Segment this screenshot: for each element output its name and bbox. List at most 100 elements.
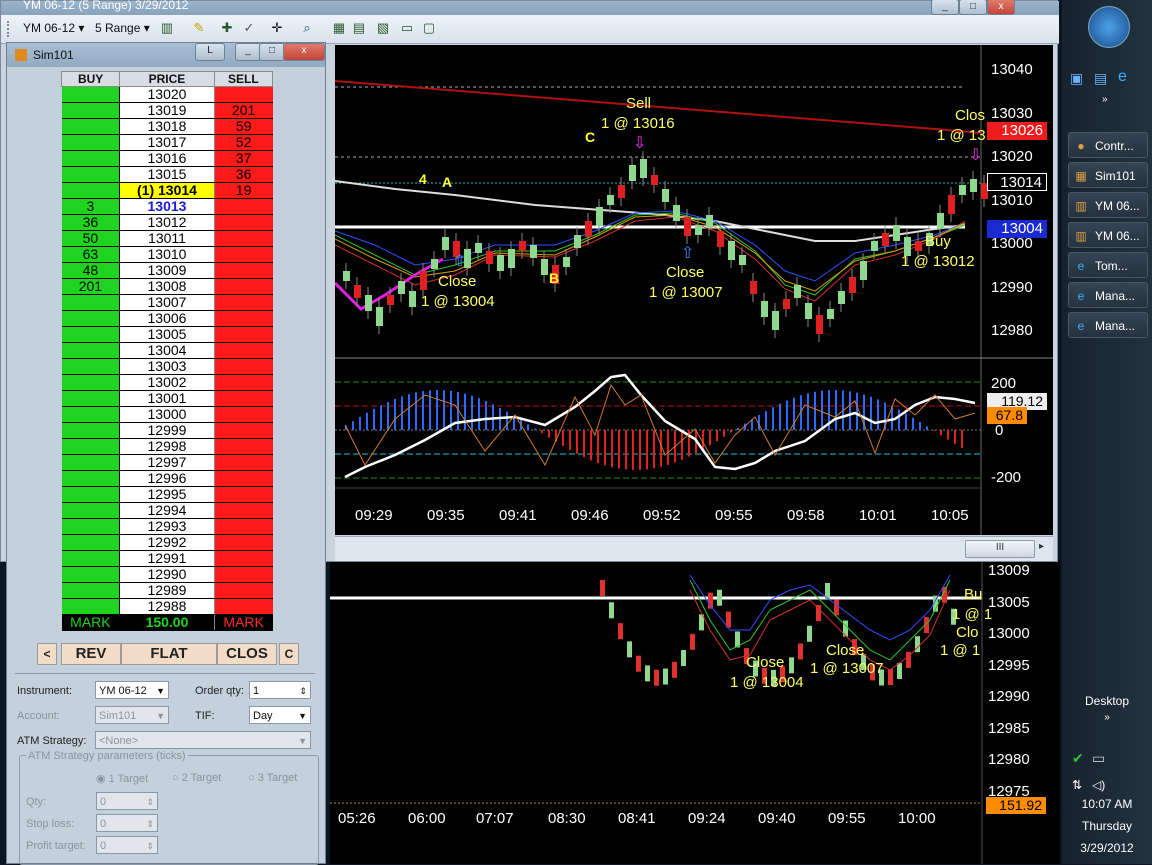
sell-cell[interactable]: 36	[214, 166, 273, 183]
taskbar-item[interactable]: ▥ YM 06...	[1068, 222, 1148, 248]
crosshair-icon[interactable]: ✛	[269, 20, 285, 36]
instrument-combo[interactable]: YM 06-12 ▼	[95, 681, 169, 699]
buy-cell[interactable]	[61, 502, 121, 519]
maximize-icon[interactable]: □	[959, 0, 987, 15]
buy-cell[interactable]	[61, 342, 121, 359]
buy-cell[interactable]	[61, 326, 121, 343]
price-ladder[interactable]: BUY PRICE SELL 13020 13019 201 13018 59 13017…	[60, 71, 274, 631]
buy-mark[interactable]: MARK	[61, 614, 121, 631]
sell-cell[interactable]	[214, 278, 273, 295]
buy-cell[interactable]	[61, 390, 121, 407]
buy-cell[interactable]: 201	[61, 278, 121, 295]
sell-cell[interactable]	[214, 86, 273, 103]
buy-cell[interactable]: 3	[61, 198, 121, 215]
sell-cell[interactable]	[214, 406, 273, 423]
sell-cell[interactable]	[214, 422, 273, 439]
sell-cell[interactable]: 52	[214, 134, 273, 151]
chart-title-bar[interactable]: YM 06-12 (5 Range) 3/29/2012 _ □ x	[1, 0, 1059, 15]
buy-cell[interactable]	[61, 422, 121, 439]
minimize-icon[interactable]: _	[931, 0, 959, 15]
sell-cell[interactable]	[214, 598, 273, 615]
buy-cell[interactable]	[61, 118, 121, 135]
sell-cell[interactable]	[214, 198, 273, 215]
buy-cell[interactable]	[61, 310, 121, 327]
buy-cell[interactable]	[61, 470, 121, 487]
c-button[interactable]: C	[279, 643, 299, 665]
close-icon[interactable]: x	[987, 0, 1015, 15]
chart-plot-area[interactable]: 13040 13030 13020 13010 13000 12990 12980 1302…	[335, 45, 1053, 535]
taskbar-item[interactable]: ▥ YM 06...	[1068, 192, 1148, 218]
sell-cell[interactable]	[214, 534, 273, 551]
instrument-selector[interactable]: YM 06-12 ▾	[23, 21, 84, 35]
sell-cell[interactable]	[214, 374, 273, 391]
desktop-toolbar-label[interactable]: Desktop	[1062, 694, 1152, 708]
buy-cell[interactable]	[61, 102, 121, 119]
buy-cell[interactable]	[61, 534, 121, 551]
sell-mark[interactable]: MARK	[214, 614, 273, 631]
sell-cell[interactable]	[214, 342, 273, 359]
buy-cell[interactable]	[61, 406, 121, 423]
add-indicator-icon[interactable]: ✚	[219, 20, 235, 36]
taskbar-item[interactable]: e Mana...	[1068, 312, 1148, 338]
indicators-icon[interactable]: ▦	[331, 20, 347, 36]
sell-cell[interactable]	[214, 470, 273, 487]
buy-cell[interactable]	[61, 486, 121, 503]
quick-launch-expand-icon[interactable]: »	[1102, 94, 1108, 105]
atm-strategy-combo[interactable]: <None> ▼	[95, 731, 311, 749]
taskbar-item[interactable]: e Tom...	[1068, 252, 1148, 278]
dom-close-icon[interactable]: x	[283, 43, 325, 61]
dom-maximize-icon[interactable]: □	[259, 43, 285, 61]
chart-trader-icon[interactable]: ▤	[351, 20, 367, 36]
sell-cell[interactable]	[214, 294, 273, 311]
buy-cell[interactable]	[61, 550, 121, 567]
tif-combo[interactable]: Day ▼	[249, 706, 311, 724]
sell-cell[interactable]	[214, 262, 273, 279]
buy-cell[interactable]: 50	[61, 230, 121, 247]
sell-cell[interactable]	[214, 550, 273, 567]
buy-cell[interactable]	[61, 358, 121, 375]
taskbar-item[interactable]: ● Contr...	[1068, 132, 1148, 158]
sell-cell[interactable]	[214, 326, 273, 343]
buy-cell[interactable]	[61, 582, 121, 599]
period-selector[interactable]: 5 Range ▾	[95, 21, 150, 35]
buy-cell[interactable]	[61, 374, 121, 391]
buy-cell[interactable]: 48	[61, 262, 121, 279]
sell-cell[interactable]	[214, 310, 273, 327]
image-icon[interactable]: ▧	[375, 20, 391, 36]
dom-title-bar[interactable]: Sim101 L _ □ x	[7, 43, 325, 67]
horizontal-scrollbar[interactable]: III ▸	[335, 536, 1053, 561]
buy-cell[interactable]	[61, 150, 121, 167]
bar-type-icon[interactable]: ▥	[159, 20, 175, 36]
background-chart-window[interactable]: Close 1 @ 13004 Close 1 @ 13007 Bu 1 @ 1…	[330, 560, 1060, 864]
buy-cell[interactable]	[61, 598, 121, 615]
sell-cell[interactable]	[214, 582, 273, 599]
buy-cell[interactable]: 63	[61, 246, 121, 263]
sell-cell[interactable]	[214, 230, 273, 247]
sell-cell[interactable]	[214, 518, 273, 535]
spinner-icon[interactable]: ⇕	[299, 682, 307, 700]
buy-cell[interactable]	[61, 182, 121, 199]
tray-check-icon[interactable]: ✔	[1072, 750, 1084, 767]
sell-cell[interactable]	[214, 390, 273, 407]
sell-cell[interactable]: 201	[214, 102, 273, 119]
data-box-icon[interactable]: ▭	[399, 20, 415, 36]
reverse-button[interactable]: REV	[61, 643, 121, 665]
sell-cell[interactable]	[214, 438, 273, 455]
order-qty-field[interactable]: 1 ⇕	[249, 681, 311, 699]
buy-cell[interactable]: 36	[61, 214, 121, 231]
properties-icon[interactable]: ▢	[421, 20, 437, 36]
quick-launch-switch-icon[interactable]: ▤	[1094, 70, 1107, 87]
sell-cell[interactable]: 37	[214, 150, 273, 167]
sell-cell[interactable]	[214, 454, 273, 471]
collapse-button[interactable]: <	[37, 643, 57, 665]
tray-network-icon[interactable]: ⇅	[1072, 778, 1082, 792]
close-position-button[interactable]: CLOS	[217, 643, 277, 665]
tray-volume-icon[interactable]: ◁)	[1092, 778, 1105, 792]
tray-monitor-icon[interactable]: ▭	[1092, 750, 1105, 767]
desktop-expand-icon[interactable]: »	[1062, 712, 1152, 723]
dom-window[interactable]: Sim101 L _ □ x BUY PRICE SELL 13020 13019…	[6, 42, 326, 865]
flatten-button[interactable]: FLAT	[121, 643, 217, 665]
zoom-icon[interactable]: ⌕	[299, 20, 315, 36]
sell-cell[interactable]	[214, 566, 273, 583]
scrollbar-thumb[interactable]: III	[965, 540, 1035, 558]
